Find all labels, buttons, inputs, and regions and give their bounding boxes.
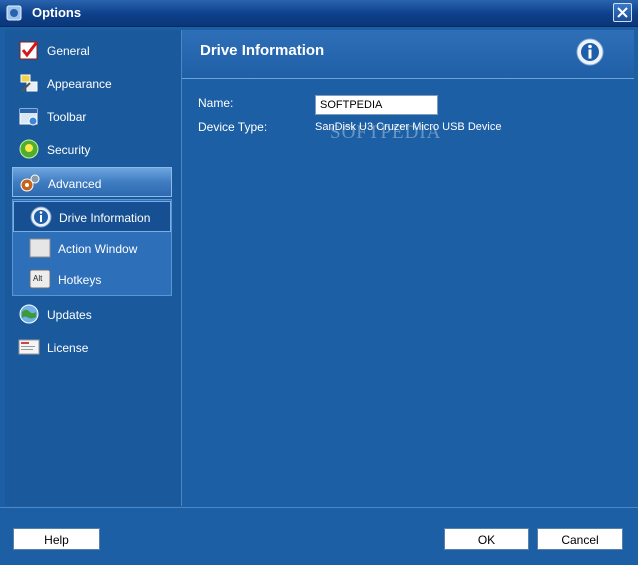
options-window: Options General Appearance Toolbar Secur… — [0, 0, 638, 565]
sidebar-item-license[interactable]: License — [12, 332, 172, 362]
window-icon — [29, 238, 51, 258]
name-label: Name: — [198, 96, 234, 110]
shield-icon — [19, 139, 39, 159]
help-button[interactable]: Help — [13, 528, 100, 550]
sidebar-item-label: Updates — [47, 308, 92, 322]
sidebar-item-label: Security — [47, 143, 91, 157]
sidebar-item-label: Advanced — [48, 177, 102, 191]
content-panel: Drive Information SOFTPEDIA Name: Device… — [182, 30, 634, 506]
device-type-label: Device Type: — [198, 120, 268, 134]
license-icon — [18, 339, 40, 355]
sidebar-item-advanced[interactable]: Advanced — [12, 167, 172, 197]
sidebar-item-label: General — [47, 44, 90, 58]
title-bar[interactable]: Options — [0, 0, 638, 27]
sidebar-subitem-action-window[interactable]: Action Window — [13, 233, 171, 264]
svg-text:Alt: Alt — [33, 274, 43, 283]
toolbar-icon — [19, 108, 38, 126]
sidebar-item-toolbar[interactable]: Toolbar — [12, 101, 172, 131]
sidebar-subitem-label: Action Window — [58, 242, 138, 256]
ok-button[interactable]: OK — [444, 528, 529, 550]
sidebar-item-general[interactable]: General — [12, 35, 172, 65]
content-header: Drive Information — [182, 30, 634, 79]
info-icon — [30, 206, 52, 228]
sidebar-item-label: Toolbar — [47, 110, 87, 124]
info-icon — [576, 38, 604, 66]
sidebar-item-updates[interactable]: Updates — [12, 299, 172, 329]
checkbox-icon — [19, 41, 39, 60]
alt-key-icon: Alt — [29, 269, 51, 289]
device-type-value: SanDisk U3 Cruzer Micro USB Device — [315, 121, 502, 133]
window-title: Options — [32, 5, 82, 20]
sidebar-item-appearance[interactable]: Appearance — [12, 68, 172, 98]
sidebar-item-security[interactable]: Security — [12, 134, 172, 164]
close-icon — [617, 7, 628, 18]
app-icon — [6, 5, 22, 21]
globe-icon — [19, 304, 39, 324]
sidebar-subitem-label: Drive Information — [59, 211, 151, 225]
sidebar-subitem-hotkeys[interactable]: Alt Hotkeys — [13, 264, 171, 295]
name-input[interactable] — [315, 95, 438, 115]
sidebar-item-label: License — [47, 341, 89, 355]
gears-icon — [20, 174, 40, 192]
sidebar: General Appearance Toolbar Security Adva… — [5, 30, 182, 506]
paint-icon — [20, 74, 38, 92]
sidebar-subitem-label: Hotkeys — [58, 273, 102, 287]
advanced-subitems: Drive Information Action Window Alt Hotk… — [12, 199, 172, 296]
cancel-button[interactable]: Cancel — [537, 528, 623, 550]
footer: Help OK Cancel — [0, 507, 638, 565]
close-button[interactable] — [613, 3, 632, 22]
sidebar-subitem-drive-information[interactable]: Drive Information — [13, 201, 171, 232]
sidebar-item-label: Appearance — [47, 77, 112, 91]
section-title: Drive Information — [200, 42, 325, 59]
